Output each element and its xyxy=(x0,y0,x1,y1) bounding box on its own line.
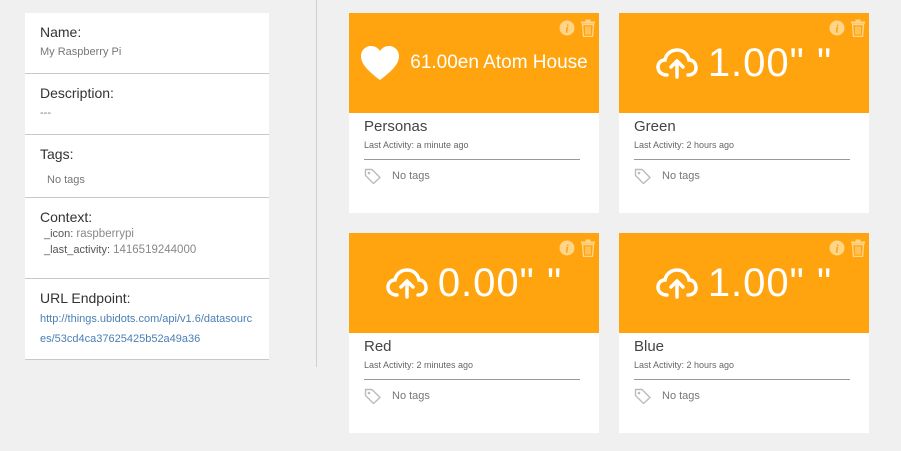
url-endpoint-link[interactable]: http://things.ubidots.com/api/v1.6/datas… xyxy=(40,309,254,349)
description-section: Description: --- xyxy=(25,74,269,135)
tags-text: No tags xyxy=(392,170,430,182)
cloud-upload-icon xyxy=(386,268,428,299)
tag-icon xyxy=(634,168,651,184)
heart-icon xyxy=(361,46,400,80)
description-label: Description: xyxy=(40,85,114,101)
url-label: URL Endpoint: xyxy=(40,290,131,306)
tags-label: Tags: xyxy=(40,146,74,162)
last-activity: Last Activity: 2 hours ago xyxy=(634,360,850,380)
variable-card[interactable]: i 1.00" " Green Last Activity: 2 hours ago N… xyxy=(619,13,869,213)
tag-icon xyxy=(634,388,651,404)
tag-icon xyxy=(364,388,381,404)
variable-value: 0.00" " xyxy=(437,261,563,305)
variable-value-area[interactable]: i 1.00" " xyxy=(619,233,869,333)
variable-value: 61.00en Atom House xyxy=(410,52,588,73)
variable-value-area[interactable]: i 1.00" " xyxy=(619,13,869,113)
card-body: Green Last Activity: 2 hours ago No tags xyxy=(619,113,869,184)
tags-text: No tags xyxy=(662,390,700,402)
last-activity: Last Activity: 2 hours ago xyxy=(634,140,850,160)
variable-value-area[interactable]: i 61.00en Atom House xyxy=(349,13,599,113)
panel-divider xyxy=(316,0,317,367)
context-value: 1416519244000 xyxy=(113,244,197,256)
tags-section: Tags: No tags xyxy=(25,135,269,198)
context-value: raspberrypi xyxy=(76,228,134,240)
variable-name[interactable]: Blue xyxy=(634,339,854,355)
card-tags[interactable]: No tags xyxy=(364,168,584,184)
trash-icon[interactable] xyxy=(850,239,866,257)
variable-card[interactable]: i 0.00" " Red Last Activity: 2 minutes ago N… xyxy=(349,233,599,433)
trash-icon[interactable] xyxy=(580,239,596,257)
card-tags[interactable]: No tags xyxy=(634,388,854,404)
card-actions: i xyxy=(559,19,596,37)
info-icon[interactable]: i xyxy=(829,239,845,257)
context-key: _icon: xyxy=(44,228,74,240)
trash-icon[interactable] xyxy=(580,19,596,37)
card-actions: i xyxy=(829,239,866,257)
tag-icon xyxy=(364,168,381,184)
variable-name[interactable]: Personas xyxy=(364,119,584,135)
tags-text: No tags xyxy=(392,390,430,402)
variable-name[interactable]: Red xyxy=(364,339,584,355)
datasource-info-panel: Name: My Raspberry Pi Description: --- T… xyxy=(25,13,269,360)
variable-value: 1.00" " xyxy=(707,261,833,305)
card-actions: i xyxy=(829,19,866,37)
context-key: _last_activity: xyxy=(44,244,111,256)
card-body: Blue Last Activity: 2 hours ago No tags xyxy=(619,333,869,404)
variable-card[interactable]: i 1.00" " Blue Last Activity: 2 hours ago No… xyxy=(619,233,869,433)
variable-card[interactable]: i 61.00en Atom House Personas Last Activity… xyxy=(349,13,599,213)
card-tags[interactable]: No tags xyxy=(364,388,584,404)
info-icon[interactable]: i xyxy=(559,239,575,257)
info-icon[interactable]: i xyxy=(559,19,575,37)
name-label: Name: xyxy=(40,24,82,40)
tags-text: No tags xyxy=(662,170,700,182)
card-actions: i xyxy=(559,239,596,257)
card-body: Red Last Activity: 2 minutes ago No tags xyxy=(349,333,599,404)
last-activity: Last Activity: a minute ago xyxy=(364,140,580,160)
url-section: URL Endpoint: http://things.ubidots.com/… xyxy=(25,279,269,360)
context-section: Context: _icon: raspberrypi _last_activi… xyxy=(25,198,269,279)
context-row-icon: _icon: raspberrypi xyxy=(40,226,254,242)
info-icon[interactable]: i xyxy=(829,19,845,37)
tags-value[interactable]: No tags xyxy=(40,173,254,187)
context-label: Context: xyxy=(40,209,93,225)
trash-icon[interactable] xyxy=(850,19,866,37)
last-activity: Last Activity: 2 minutes ago xyxy=(364,360,580,380)
card-body: Personas Last Activity: a minute ago No ta… xyxy=(349,113,599,184)
card-tags[interactable]: No tags xyxy=(634,168,854,184)
variable-value: 1.00" " xyxy=(707,41,833,85)
variable-value-area[interactable]: i 0.00" " xyxy=(349,233,599,333)
context-row-last-activity: _last_activity: 1416519244000 xyxy=(40,242,254,258)
cloud-upload-icon xyxy=(656,268,698,299)
variable-name[interactable]: Green xyxy=(634,119,854,135)
name-value[interactable]: My Raspberry Pi xyxy=(40,45,254,59)
name-section: Name: My Raspberry Pi xyxy=(25,13,269,74)
description-value[interactable]: --- xyxy=(40,106,254,120)
cloud-upload-icon xyxy=(656,48,698,79)
